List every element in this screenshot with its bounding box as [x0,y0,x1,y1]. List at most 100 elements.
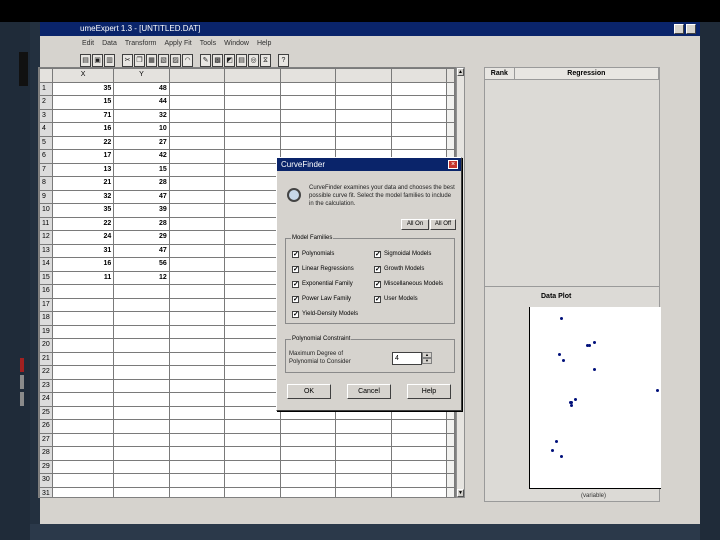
empty-cell[interactable] [224,446,281,461]
cell-x[interactable] [51,432,115,447]
corner-cell[interactable] [39,68,53,83]
cell-y[interactable] [113,486,170,497]
column-header-y[interactable]: Y [113,68,170,83]
empty-cell[interactable] [224,311,281,326]
plot-icon[interactable]: ▩ [212,54,223,67]
chart-icon[interactable]: ▨ [170,54,181,67]
empty-cell[interactable] [168,446,226,461]
empty-cell[interactable] [445,486,455,497]
empty-cell[interactable] [168,189,226,204]
cell-y[interactable] [113,365,170,380]
cell-x[interactable] [51,378,115,393]
empty-cell[interactable] [224,135,281,150]
empty-cell[interactable] [168,95,226,110]
cell-x[interactable] [51,284,115,299]
empty-cell[interactable] [168,365,226,380]
menu-tools[interactable]: Tools [200,38,216,50]
sigmoidal-checkbox[interactable]: ✓ Sigmoidal Models [374,250,431,258]
row-number[interactable]: 31 [39,486,53,497]
row-number[interactable]: 3 [39,108,53,123]
empty-cell[interactable] [445,459,455,474]
cell-x[interactable] [51,486,115,497]
cell-y[interactable]: 47 [113,243,170,258]
cell-y[interactable] [113,338,170,353]
row-number[interactable]: 4 [39,122,53,137]
empty-cell[interactable] [168,257,226,272]
cell-y[interactable] [113,284,170,299]
empty-cell[interactable] [445,135,455,150]
empty-cell[interactable] [279,81,337,96]
cell-y[interactable] [113,311,170,326]
empty-cell[interactable] [445,108,455,123]
help-icon[interactable]: ? [278,54,289,67]
row-number[interactable]: 20 [39,338,53,353]
row-number[interactable]: 17 [39,297,53,312]
cell-x[interactable]: 24 [51,230,115,245]
empty-cell[interactable] [168,135,226,150]
empty-cell[interactable] [168,81,226,96]
cell-x[interactable] [51,338,115,353]
empty-cell[interactable] [224,230,281,245]
chevron-down-icon[interactable]: ▼ [422,358,432,364]
empty-cell[interactable] [224,243,281,258]
empty-cell[interactable] [445,81,455,96]
cell-y[interactable] [113,432,170,447]
cell-y[interactable]: 39 [113,203,170,218]
regression-column-header[interactable]: Regression [515,68,659,79]
row-number[interactable]: 13 [39,243,53,258]
menu-apply-fit[interactable]: Apply Fit [165,38,192,50]
empty-cell[interactable] [224,338,281,353]
polynomials-checkbox[interactable]: ✓ Polynomials [292,250,334,258]
menu-data[interactable]: Data [102,38,117,50]
linear-regressions-checkbox[interactable]: ✓ Linear Regressions [292,265,354,273]
empty-cell[interactable] [168,149,226,164]
empty-cell[interactable] [390,135,447,150]
row-number[interactable]: 24 [39,392,53,407]
empty-cell[interactable] [224,122,281,137]
cell-x[interactable] [51,419,115,434]
row-number[interactable]: 9 [39,189,53,204]
empty-cell[interactable] [168,473,226,488]
empty-cell[interactable] [224,176,281,191]
empty-cell[interactable] [224,473,281,488]
empty-cell[interactable] [224,432,281,447]
empty-cell[interactable] [168,324,226,339]
row-number[interactable]: 30 [39,473,53,488]
empty-cell[interactable] [224,486,281,497]
empty-cell[interactable] [279,122,337,137]
cell-x[interactable] [51,392,115,407]
empty-cell[interactable] [445,473,455,488]
empty-cell[interactable] [224,149,281,164]
row-number[interactable]: 2 [39,95,53,110]
empty-cell[interactable] [335,419,392,434]
menu-window[interactable]: Window [224,38,249,50]
row-number[interactable]: 6 [39,149,53,164]
scroll-down-icon[interactable]: ▼ [457,489,464,497]
empty-cell[interactable] [335,108,392,123]
curve-icon[interactable]: ◠ [182,54,193,67]
maximize-button[interactable] [686,24,696,34]
cell-y[interactable] [113,473,170,488]
cell-y[interactable]: 28 [113,216,170,231]
empty-cell[interactable] [390,95,447,110]
cell-x[interactable] [51,351,115,366]
column-header[interactable] [224,68,281,83]
empty-cell[interactable] [335,135,392,150]
max-degree-input[interactable]: 4 [392,352,422,365]
row-number[interactable]: 14 [39,257,53,272]
empty-cell[interactable] [168,203,226,218]
row-number[interactable]: 21 [39,351,53,366]
column-header[interactable] [168,68,226,83]
cell-x[interactable]: 22 [51,135,115,150]
empty-cell[interactable] [335,459,392,474]
empty-cell[interactable] [168,459,226,474]
cell-y[interactable]: 29 [113,230,170,245]
cell-x[interactable] [51,405,115,420]
empty-cell[interactable] [224,189,281,204]
row-number[interactable]: 5 [39,135,53,150]
empty-cell[interactable] [279,432,337,447]
empty-cell[interactable] [390,432,447,447]
empty-cell[interactable] [168,405,226,420]
cell-x[interactable]: 22 [51,216,115,231]
minimize-button[interactable] [674,24,684,34]
